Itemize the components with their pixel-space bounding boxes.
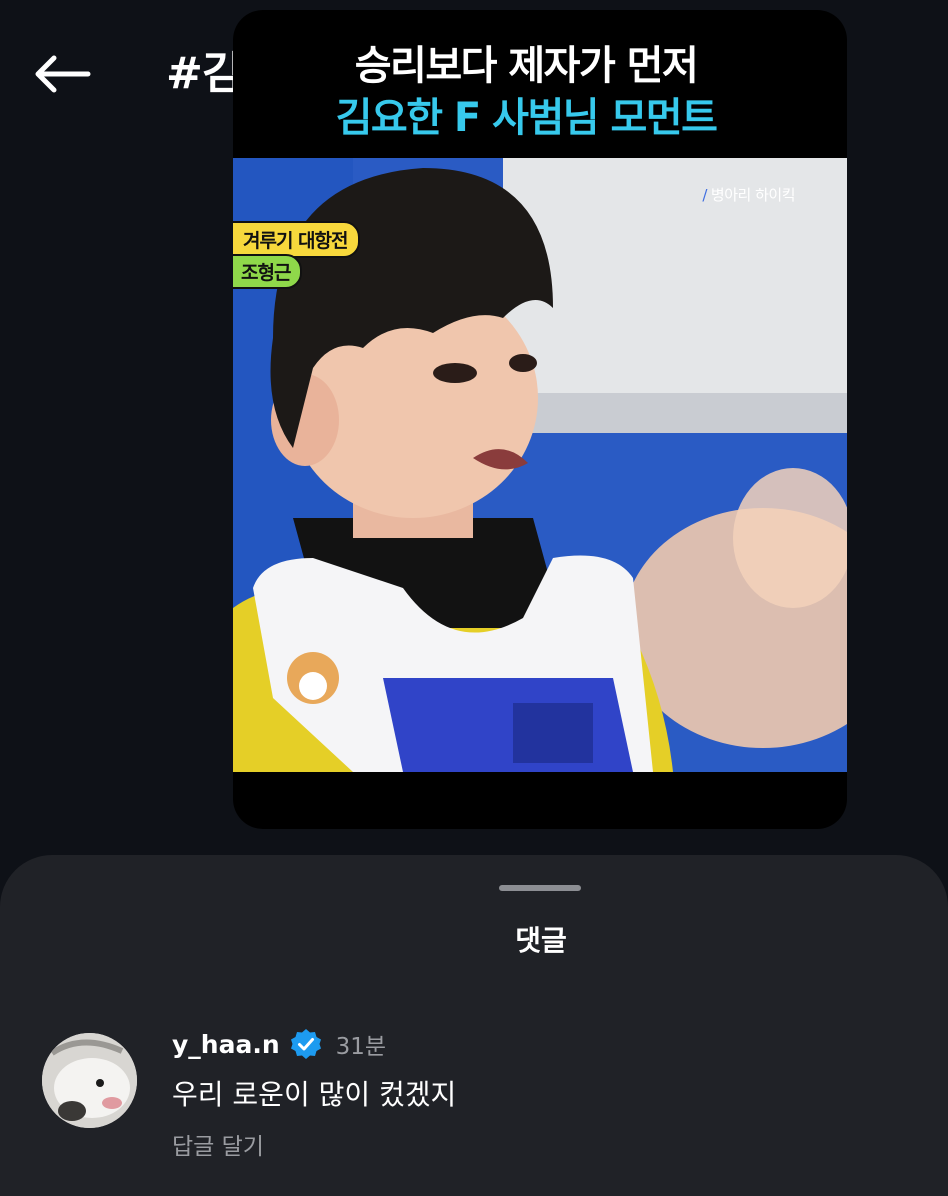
video-player[interactable]: 승리보다 제자가 먼저 김요한 F 사범님 모먼트 / 병아리 하이킥 겨루기 … (233, 10, 847, 829)
arrow-left-icon (35, 55, 91, 93)
reply-button[interactable]: 답글 달기 (172, 1127, 264, 1161)
frame-credit: / 병아리 하이킥 (702, 186, 795, 204)
comment-timestamp: 31분 (335, 1034, 387, 1060)
comments-sheet: 댓글 y_haa.n 31분 우리 로운이 많이 컸겠지 답글 달기 (0, 855, 948, 1196)
verified-badge-icon (290, 1029, 321, 1059)
avatar-image (42, 1033, 137, 1128)
back-button[interactable] (26, 44, 98, 104)
comment-text: 우리 로운이 많이 컸겠지 (172, 1078, 457, 1111)
avatar[interactable] (42, 1033, 137, 1128)
comments-title: 댓글 (515, 924, 567, 957)
video-caption-line2: 김요한 F 사범님 모먼트 (335, 95, 718, 141)
sheet-drag-handle[interactable] (499, 885, 581, 891)
frame-banner-bottom: 조형근 (233, 254, 303, 289)
video-caption-line1: 승리보다 제자가 먼저 (354, 43, 699, 89)
comment-username[interactable]: y_haa.n (172, 1030, 280, 1059)
frame-banner-top: 겨루기 대항전 (233, 221, 360, 258)
video-frame: / 병아리 하이킥 겨루기 대항전 조형근 (233, 158, 847, 772)
